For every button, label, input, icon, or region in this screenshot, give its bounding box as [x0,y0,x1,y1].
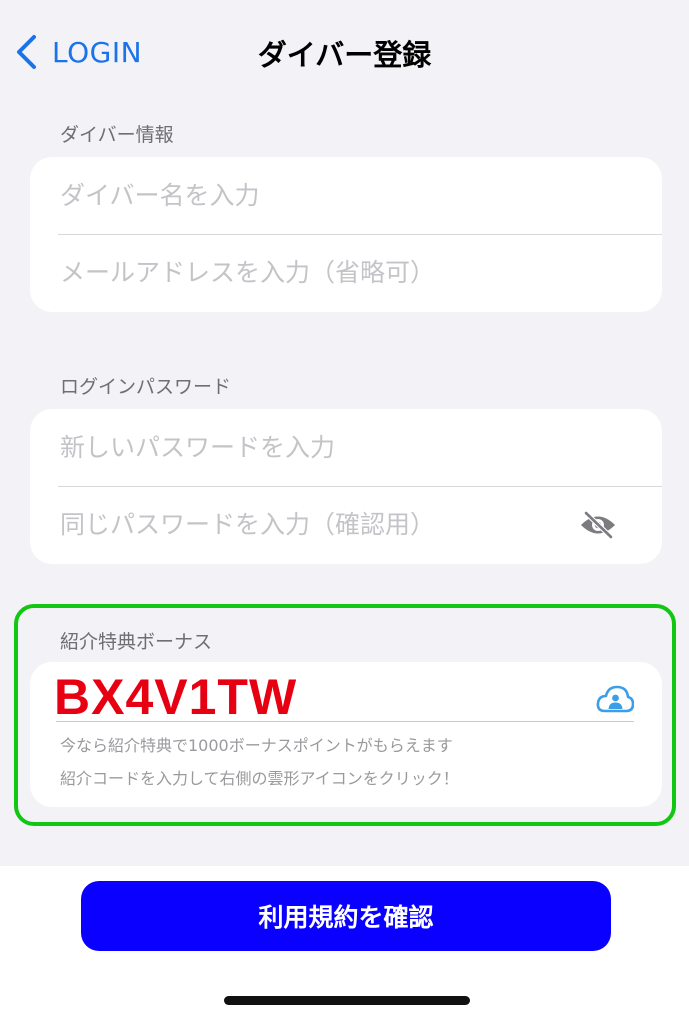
confirm-password-input[interactable] [60,510,600,539]
email-row [30,234,662,311]
email-input[interactable] [60,258,600,287]
referral-code-input[interactable]: BX4V1TW [54,668,297,726]
navigation-bar: LOGIN ダイバー登録 [0,0,689,104]
diver-name-input[interactable] [60,181,600,210]
confirm-password-row [30,486,662,563]
home-indicator [224,996,470,1005]
new-password-row [30,409,662,486]
cloud-user-icon[interactable] [596,684,634,714]
bottom-bar: 利用規約を確認 [0,866,689,1024]
diver-info-header: ダイバー情報 [60,124,174,146]
referral-card: BX4V1TW 今なら紹介特典で1000ボーナスポイントがもらえます 紹介コード… [30,662,662,807]
referral-header: 紹介特典ボーナス [60,631,213,653]
referral-instruction-text: 紹介コードを入力して右側の雲形アイコンをクリック！ [60,769,459,788]
password-card [30,409,662,564]
diver-name-row [30,157,662,234]
password-header: ログインパスワード [60,376,232,398]
new-password-input[interactable] [60,433,600,462]
diver-info-card [30,157,662,312]
eye-slash-icon[interactable] [578,510,618,540]
terms-button[interactable]: 利用規約を確認 [81,881,611,951]
referral-help-text: 今なら紹介特典で1000ボーナスポイントがもらえます [60,736,453,755]
page-title: ダイバー登録 [257,38,432,72]
code-underline [56,721,634,722]
